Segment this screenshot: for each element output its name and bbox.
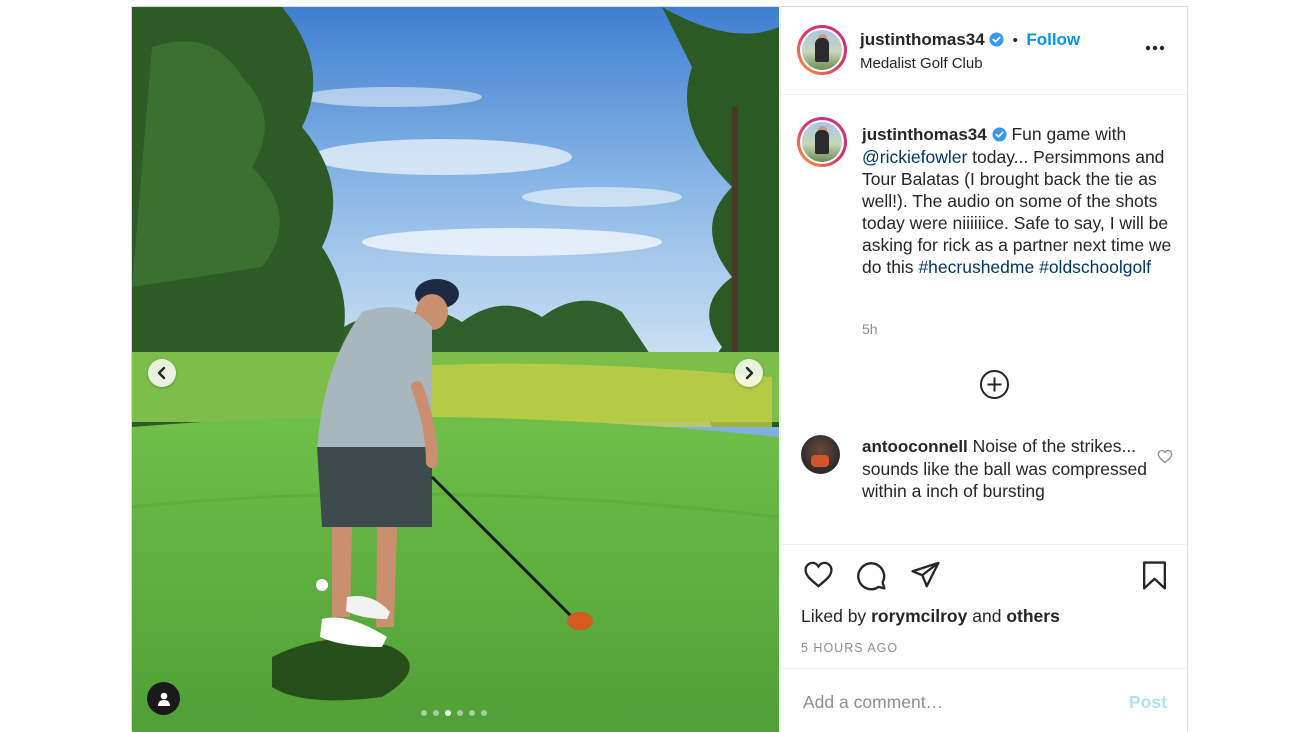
author-avatar[interactable] [797, 25, 847, 75]
commenter-avatar[interactable] [801, 435, 840, 474]
golf-photo [132, 7, 779, 732]
previous-image-button[interactable] [148, 359, 176, 387]
carousel-indicator [421, 710, 487, 716]
caption-username[interactable]: justinthomas34 [862, 125, 987, 144]
post-comment-button[interactable]: Post [1129, 692, 1167, 713]
comment-composer: Post [781, 668, 1189, 732]
post-details-panel: justinthomas34 • Follow Medalist Golf Cl… [780, 7, 1189, 732]
verified-badge-icon [992, 127, 1007, 142]
chevron-left-icon [157, 366, 166, 380]
post-location[interactable]: Medalist Golf Club [860, 55, 983, 72]
hashtag-link[interactable]: #oldschoolgolf [1039, 257, 1151, 277]
load-more-comments-icon[interactable] [979, 369, 1010, 400]
follow-button[interactable]: Follow [1026, 30, 1080, 49]
user-icon [157, 692, 170, 706]
author-username[interactable]: justinthomas34 [860, 30, 985, 49]
comment-icon[interactable] [856, 560, 887, 591]
caption-text: justinthomas34 Fun game with @rickiefowl… [862, 123, 1178, 278]
share-icon[interactable] [910, 560, 941, 589]
post-header: justinthomas34 • Follow Medalist Golf Cl… [781, 7, 1189, 95]
mention-link[interactable]: @rickiefowler [862, 147, 967, 167]
next-image-button[interactable] [735, 359, 763, 387]
carousel-dot [481, 710, 487, 716]
likes-summary: Liked by rorymcilroy and others [801, 606, 1060, 627]
comment-input[interactable] [803, 689, 1113, 715]
header-title-row: justinthomas34 • Follow [860, 30, 1080, 50]
post-frame: justinthomas34 • Follow Medalist Golf Cl… [131, 6, 1189, 732]
hashtag-link[interactable]: #hecrushedme [918, 257, 1034, 277]
bookmark-icon[interactable] [1141, 560, 1168, 591]
post-timestamp[interactable]: 5 HOURS AGO [801, 641, 898, 655]
post-actions: Liked by rorymcilroy and others 5 HOURS … [781, 544, 1189, 668]
liked-by-user[interactable]: rorymcilroy [871, 606, 967, 626]
heart-icon[interactable] [803, 560, 834, 589]
carousel-dot [433, 710, 439, 716]
verified-badge-icon [989, 32, 1004, 47]
liked-by-label: Liked by [801, 606, 867, 626]
caption-author-avatar[interactable] [797, 117, 847, 167]
liked-by-others[interactable]: others [1006, 606, 1059, 626]
more-options-icon[interactable] [1145, 45, 1165, 51]
carousel-dot-active [445, 710, 451, 716]
like-comment-heart-icon[interactable] [1157, 449, 1173, 464]
post-media[interactable] [132, 7, 779, 732]
caption-body-start: Fun game with [1011, 124, 1127, 144]
comment-text: antooconnell Noise of the strikes... sou… [862, 435, 1152, 502]
caption-timestamp[interactable]: 5h [862, 321, 878, 337]
carousel-dot [457, 710, 463, 716]
liked-and: and [972, 606, 1002, 626]
separator-dot: • [1012, 32, 1018, 49]
carousel-dot [469, 710, 475, 716]
tagged-users-button[interactable] [147, 682, 180, 715]
chevron-right-icon [745, 366, 754, 380]
carousel-dot [421, 710, 427, 716]
commenter-username[interactable]: antooconnell [862, 437, 968, 456]
